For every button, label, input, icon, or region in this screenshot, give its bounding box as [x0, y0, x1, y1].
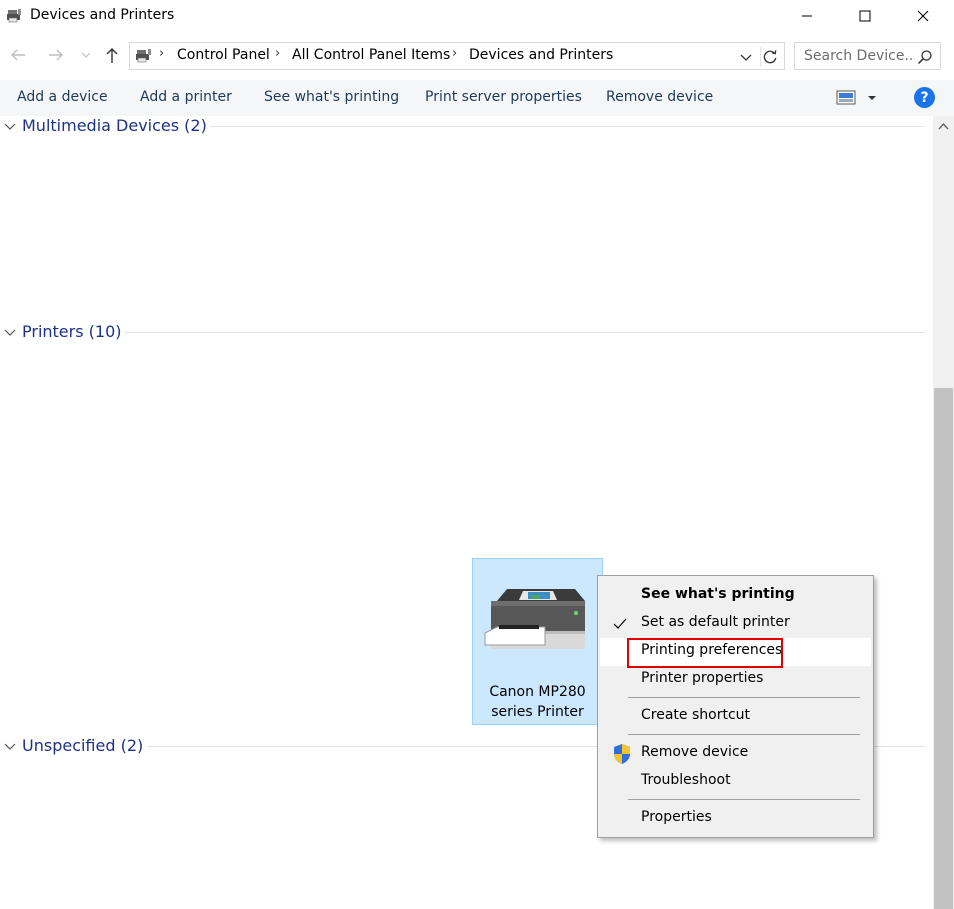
help-button[interactable]: ?: [914, 87, 935, 108]
group-divider: [210, 126, 925, 127]
printer-label-line2: series Printer: [491, 704, 584, 720]
menu-item-label: Printing preferences: [641, 642, 783, 658]
menu-item-label: See what's printing: [641, 586, 795, 602]
chevron-down-icon[interactable]: [4, 121, 16, 133]
group-printers[interactable]: Printers (10): [0, 322, 925, 344]
menu-item-label: Remove device: [641, 744, 749, 760]
menu-printer-properties[interactable]: Printer properties: [600, 666, 871, 694]
maximize-button[interactable]: [836, 0, 894, 32]
devices-printers-icon: [7, 9, 21, 23]
search-input[interactable]: [795, 43, 915, 69]
menu-troubleshoot[interactable]: Troubleshoot: [600, 768, 871, 796]
breadcrumb-all-items[interactable]: All Control Panel Items: [292, 47, 450, 63]
address-dropdown-icon[interactable]: [738, 49, 754, 65]
breadcrumb-devices-printers[interactable]: Devices and Printers: [469, 47, 613, 63]
see-whats-printing-button[interactable]: See what's printing: [264, 89, 399, 105]
printer-label: Canon MP280 series Printer: [473, 682, 602, 722]
search-icon[interactable]: [917, 49, 933, 65]
breadcrumb-separator-icon[interactable]: ›: [275, 46, 280, 61]
scrollbar-thumb[interactable]: [934, 388, 953, 909]
group-divider: [125, 332, 925, 333]
devices-printers-icon: [136, 49, 151, 63]
chevron-down-icon: [868, 96, 876, 100]
group-title: Unspecified (2): [22, 736, 152, 755]
up-button[interactable]: [101, 44, 123, 66]
close-button[interactable]: [894, 0, 952, 32]
menu-separator: [628, 734, 860, 735]
group-multimedia-devices[interactable]: Multimedia Devices (2): [0, 116, 925, 138]
chevron-down-icon: [81, 52, 91, 58]
back-button[interactable]: [7, 44, 29, 66]
close-icon: [917, 10, 929, 22]
navigation-bar: › Control Panel › All Control Panel Item…: [0, 36, 954, 74]
chevron-down-icon[interactable]: [4, 741, 16, 753]
title-bar: Devices and Printers: [0, 0, 954, 32]
chevron-down-icon[interactable]: [4, 327, 16, 339]
group-title: Printers (10): [22, 322, 130, 341]
back-arrow-icon: [11, 49, 25, 61]
menu-see-whats-printing[interactable]: See what's printing: [600, 582, 871, 610]
window-title: Devices and Printers: [30, 7, 175, 23]
address-bar[interactable]: › Control Panel › All Control Panel Item…: [129, 42, 785, 70]
breadcrumb-separator-icon[interactable]: ›: [159, 46, 164, 61]
command-bar: Add a device Add a printer See what's pr…: [0, 80, 954, 116]
menu-item-label: Set as default printer: [641, 614, 790, 630]
menu-create-shortcut[interactable]: Create shortcut: [600, 703, 871, 731]
uac-shield-icon: [614, 744, 630, 764]
menu-set-default-printer[interactable]: Set as default printer: [600, 610, 871, 638]
search-box[interactable]: [794, 42, 941, 70]
printer-canon-mp280[interactable]: Canon MP280 series Printer: [472, 558, 603, 725]
recent-locations-button[interactable]: [78, 44, 94, 66]
add-printer-button[interactable]: Add a printer: [140, 89, 232, 105]
checkmark-icon: [613, 618, 627, 629]
forward-arrow-icon: [49, 49, 63, 61]
menu-separator: [628, 697, 860, 698]
change-view-button[interactable]: [836, 89, 882, 107]
maximize-icon: [859, 10, 871, 22]
printer-icon: [484, 589, 585, 649]
menu-separator: [628, 799, 860, 800]
refresh-icon[interactable]: [760, 47, 780, 67]
up-arrow-icon: [106, 48, 118, 63]
printer-label-line1: Canon MP280: [489, 684, 586, 700]
menu-item-label: Printer properties: [641, 670, 764, 686]
minimize-icon: [802, 15, 812, 17]
context-menu: See what's printing Set as default print…: [597, 575, 874, 838]
menu-item-label: Properties: [641, 809, 712, 825]
add-device-button[interactable]: Add a device: [17, 89, 108, 105]
menu-remove-device[interactable]: Remove device: [600, 740, 871, 768]
minimize-button[interactable]: [778, 0, 836, 32]
print-server-properties-button[interactable]: Print server properties: [425, 89, 582, 105]
remove-device-button[interactable]: Remove device: [606, 89, 713, 105]
breadcrumb-control-panel[interactable]: Control Panel: [177, 47, 270, 63]
breadcrumb-separator-icon[interactable]: ›: [452, 46, 457, 61]
vertical-scrollbar[interactable]: [933, 116, 954, 909]
forward-button[interactable]: [45, 44, 67, 66]
menu-printing-preferences[interactable]: Printing preferences: [600, 638, 871, 666]
menu-properties[interactable]: Properties: [600, 805, 871, 833]
group-title: Multimedia Devices (2): [22, 116, 215, 135]
scroll-up-icon[interactable]: [937, 120, 950, 133]
menu-item-label: Troubleshoot: [641, 772, 731, 788]
menu-item-label: Create shortcut: [641, 707, 751, 723]
